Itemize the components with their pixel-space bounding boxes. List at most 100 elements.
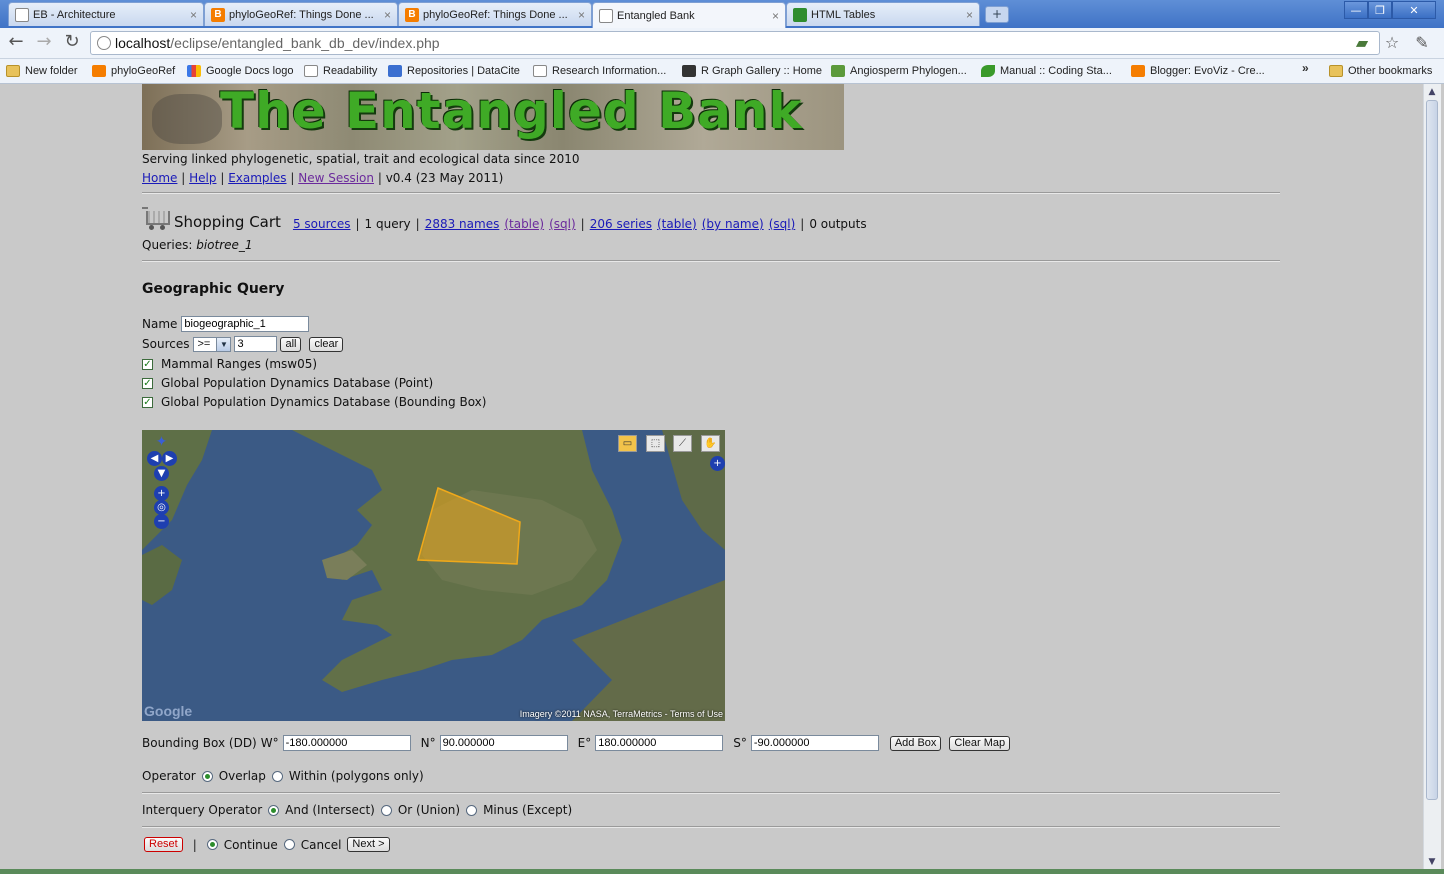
- sources-operator-select[interactable]: >= ▼: [193, 336, 232, 352]
- scroll-up-icon[interactable]: ▲: [1425, 85, 1439, 99]
- banner-texture: [152, 94, 222, 144]
- interquery-minus-radio[interactable]: [466, 804, 478, 816]
- draw-line-icon[interactable]: ⟋: [673, 435, 692, 452]
- zoom-in-icon[interactable]: +: [154, 486, 169, 501]
- sources-label: Sources: [142, 337, 190, 351]
- bookmark-angiosperm-phylogeny[interactable]: Angiosperm Phylogen...: [831, 63, 967, 79]
- bookmark-phylogeoref[interactable]: phyloGeoRef: [92, 63, 175, 79]
- tab-eb-architecture[interactable]: EB - Architecture ×: [8, 2, 204, 26]
- bookmark-star-icon[interactable]: ☆: [1382, 34, 1402, 52]
- wrench-icon[interactable]: ✎: [1412, 34, 1432, 52]
- bookmarks-overflow-chevron[interactable]: »: [1302, 61, 1309, 75]
- nav-new-session-link[interactable]: New Session: [298, 171, 374, 185]
- pan-left-icon[interactable]: ◀: [147, 451, 162, 466]
- tab-entangled-bank[interactable]: Entangled Bank ×: [592, 2, 786, 28]
- bounding-box-row: Bounding Box (DD) W° N° E° S° Add Box Cl…: [142, 735, 1011, 751]
- query-name-input[interactable]: [181, 316, 310, 332]
- dataset-checkbox[interactable]: ✓: [142, 396, 153, 408]
- cart-names-sql-link[interactable]: (sql): [549, 217, 576, 231]
- close-window-button[interactable]: ✕: [1392, 1, 1436, 19]
- bookmark-google-docs-logo[interactable]: Google Docs logo: [187, 63, 293, 79]
- draw-box-icon[interactable]: ▭: [618, 435, 637, 452]
- tab-phylogeoref-2[interactable]: B phyloGeoRef: Things Done ... ×: [398, 2, 592, 26]
- interquery-or-radio[interactable]: [380, 804, 392, 816]
- minimize-button[interactable]: —: [1344, 1, 1368, 19]
- sources-row: Sources >= ▼ all clear: [142, 336, 344, 352]
- continue-radio[interactable]: [206, 839, 218, 850]
- address-bar[interactable]: localhost/eclipse/entangled_bank_db_dev/…: [90, 31, 1380, 55]
- continue-label: Continue: [223, 837, 278, 852]
- next-button[interactable]: Next >: [347, 837, 390, 852]
- tab-phylogeoref-1[interactable]: B phyloGeoRef: Things Done ... ×: [204, 2, 398, 26]
- pan-down-icon[interactable]: ▼: [154, 466, 169, 481]
- close-tab-icon[interactable]: ×: [578, 8, 585, 22]
- bookmark-research-information[interactable]: Research Information...: [533, 63, 666, 79]
- add-box-button[interactable]: Add Box: [889, 735, 942, 751]
- dataset-checkbox[interactable]: ✓: [142, 377, 153, 389]
- actions-row: Reset | Continue Cancel Next >: [144, 837, 390, 852]
- east-input[interactable]: [595, 735, 724, 751]
- reset-button[interactable]: Reset: [144, 837, 183, 852]
- new-tab-button[interactable]: +: [985, 6, 1009, 23]
- interquery-and-radio[interactable]: [268, 804, 280, 816]
- nav-help-link[interactable]: Help: [189, 171, 216, 185]
- cart-series-table-link[interactable]: (table): [657, 217, 697, 231]
- bookmark-readability[interactable]: Readability: [304, 63, 377, 79]
- cart-sources-link[interactable]: 5 sources: [293, 217, 351, 231]
- document-icon: [533, 65, 547, 77]
- cart-series-sql-link[interactable]: (sql): [769, 217, 796, 231]
- dataset-checkbox[interactable]: ✓: [142, 358, 153, 370]
- bookmark-other-bookmarks[interactable]: Other bookmarks: [1329, 63, 1432, 79]
- north-input[interactable]: [439, 735, 568, 751]
- cart-title: Shopping Cart: [174, 213, 281, 231]
- close-tab-icon[interactable]: ×: [190, 8, 197, 22]
- operator-within-label: Within (polygons only): [288, 769, 424, 783]
- page-action-icon[interactable]: ▰: [1352, 34, 1372, 52]
- cart-series-link[interactable]: 206 series: [590, 217, 652, 231]
- scrollbar-thumb[interactable]: [1426, 100, 1438, 800]
- layer-switcher-icon[interactable]: +: [710, 456, 725, 471]
- close-tab-icon[interactable]: ×: [384, 8, 391, 22]
- close-tab-icon[interactable]: ×: [966, 8, 973, 22]
- pan-right-icon[interactable]: ▶: [162, 451, 177, 466]
- operator-within-radio[interactable]: [271, 770, 283, 782]
- separator: |: [415, 217, 420, 231]
- west-input[interactable]: [282, 735, 411, 751]
- map-credit: Imagery ©2011 NASA, TerraMetrics - Terms…: [519, 709, 723, 719]
- sources-count-input[interactable]: [234, 336, 278, 352]
- cart-names-table-link[interactable]: (table): [504, 217, 544, 231]
- bookmark-blogger-evoviz[interactable]: Blogger: EvoViz - Cre...: [1131, 63, 1265, 79]
- cancel-radio[interactable]: [283, 839, 295, 850]
- nav-examples-link[interactable]: Examples: [228, 171, 286, 185]
- bookmark-datacite[interactable]: Repositories | DataCite: [388, 63, 520, 79]
- cart-series-by-name-link[interactable]: (by name): [702, 217, 764, 231]
- forward-arrow-icon[interactable]: →: [34, 33, 54, 53]
- scroll-down-icon[interactable]: ▼: [1425, 855, 1439, 869]
- bookmark-coding-standards[interactable]: Manual :: Coding Sta...: [981, 63, 1112, 79]
- satellite-map[interactable]: ✦ ◀ ▶ ▼ + ◎ − ▭ ⬚ ⟋ ✋ + Google Imagery ©…: [142, 430, 725, 721]
- cart-query-count: 1 query: [364, 217, 411, 231]
- zoom-out-icon[interactable]: −: [154, 514, 169, 529]
- cart-names-link[interactable]: 2883 names: [425, 217, 500, 231]
- draw-polygon-icon[interactable]: ⬚: [646, 435, 665, 452]
- clear-button[interactable]: clear: [309, 336, 344, 352]
- south-input[interactable]: [750, 735, 879, 751]
- version-text: v0.4 (23 May 2011): [385, 171, 504, 185]
- reload-icon[interactable]: ↻: [62, 33, 82, 53]
- operator-overlap-radio[interactable]: [201, 770, 213, 782]
- bookmark-new-folder[interactable]: New folder: [6, 63, 78, 79]
- world-icon[interactable]: ◎: [154, 500, 169, 515]
- restore-button[interactable]: ❐: [1368, 1, 1392, 19]
- nav-home-link[interactable]: Home: [142, 171, 177, 185]
- pan-hand-icon[interactable]: ✋: [701, 435, 720, 452]
- interquery-row: Interquery Operator And (Intersect) Or (…: [142, 803, 572, 817]
- back-arrow-icon[interactable]: ←: [6, 33, 26, 53]
- tab-html-tables[interactable]: HTML Tables ×: [786, 2, 980, 26]
- clear-map-button[interactable]: Clear Map: [949, 735, 1011, 751]
- bookmark-r-graph-gallery[interactable]: R Graph Gallery :: Home: [682, 63, 822, 79]
- vertical-scrollbar[interactable]: ▲ ▼: [1423, 84, 1441, 870]
- select-value: >=: [197, 338, 211, 350]
- shopping-cart: Shopping Cart 5 sources | 1 query | 2883…: [142, 201, 867, 231]
- close-tab-icon[interactable]: ×: [772, 9, 779, 23]
- all-button[interactable]: all: [280, 336, 302, 352]
